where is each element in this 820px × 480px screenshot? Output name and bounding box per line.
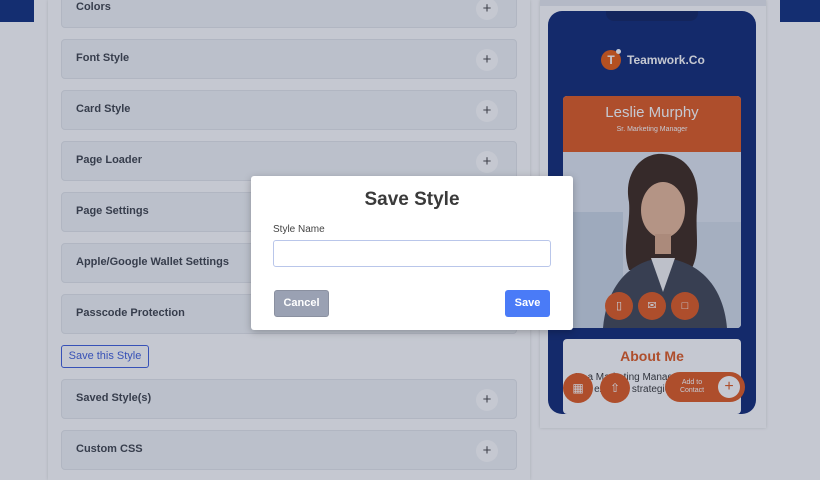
style-name-label: Style Name [273,224,325,235]
save-style-dialog: Save Style Style Name Cancel Save [251,176,573,330]
save-button[interactable]: Save [505,290,550,317]
cancel-button[interactable]: Cancel [274,290,329,317]
dialog-title: Save Style [364,189,460,210]
style-name-input[interactable] [273,240,551,267]
